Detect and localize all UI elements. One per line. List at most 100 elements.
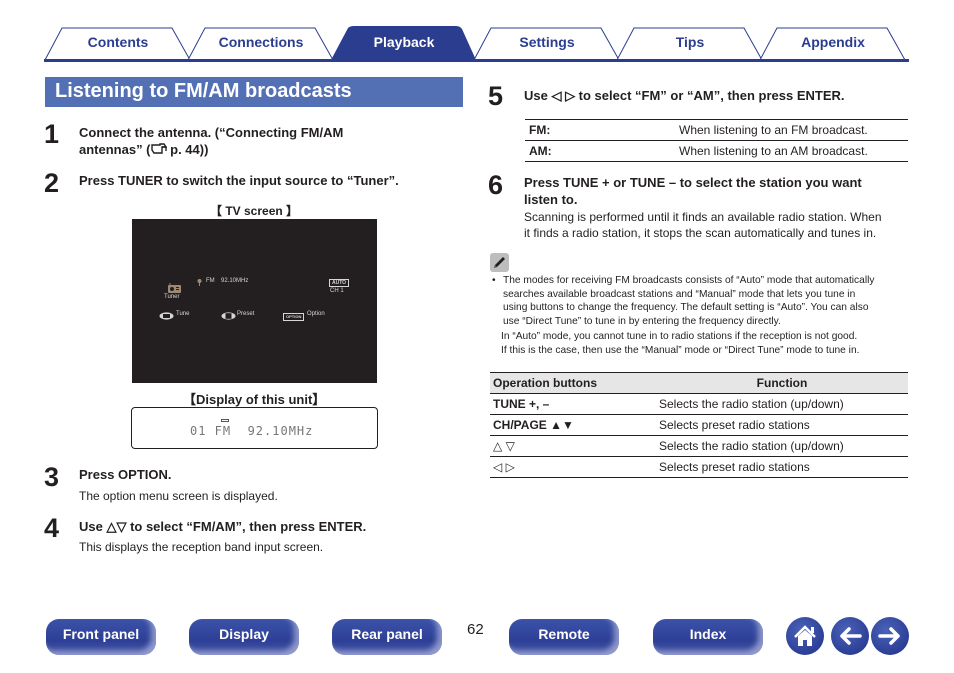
page-number: 62 bbox=[467, 621, 484, 638]
step-6-heading-line2: listen to. bbox=[524, 192, 578, 207]
tv-auto-badge: AUTO bbox=[329, 279, 350, 287]
tab-underline bbox=[44, 59, 909, 62]
tv-screen-caption: 【 TV screen 】 bbox=[210, 204, 299, 218]
note-block: The modes for receiving FM broadcasts co… bbox=[490, 274, 910, 357]
tab-label: Playback bbox=[373, 34, 435, 50]
pencil-note-icon bbox=[490, 253, 509, 272]
step-3-heading: Press OPTION. bbox=[79, 467, 172, 482]
operation-function: Selects the radio station (up/down) bbox=[656, 435, 908, 457]
unit-display-text: 01 FM 92.10MHz bbox=[190, 424, 314, 438]
step-1-page-ref[interactable]: p. 44)) bbox=[167, 142, 208, 157]
operation-function: Selects preset radio stations bbox=[656, 414, 908, 436]
band-value: When listening to an FM broadcast. bbox=[675, 119, 908, 141]
step-number-1: 1 bbox=[44, 119, 60, 149]
note-line: use “Direct Tune” to tune in by entering… bbox=[503, 315, 781, 327]
remote-button[interactable]: Remote bbox=[509, 619, 619, 655]
column-header-buttons: Operation buttons bbox=[490, 372, 656, 394]
tab-connections[interactable]: Connections bbox=[187, 26, 335, 60]
step-number-2: 2 bbox=[44, 168, 60, 198]
table-header-row: Operation buttons Function bbox=[490, 372, 908, 394]
unit-display-caption: 【Display of this unit】 bbox=[183, 392, 326, 407]
step-6-heading: Press TUNE + or TUNE – to select the sta… bbox=[524, 174, 914, 208]
tv-frequency: 92.10MHz bbox=[221, 278, 249, 284]
home-icon bbox=[794, 625, 816, 646]
column-header-function: Function bbox=[656, 372, 908, 394]
tv-channel: CH 1 bbox=[330, 288, 344, 294]
tab-label: Tips bbox=[675, 34, 705, 50]
step-1-heading-line1: Connect the antenna. (“Connecting FM/AM bbox=[79, 125, 344, 140]
tab-label: Settings bbox=[519, 34, 575, 50]
step-6-body: Scanning is performed until it finds an … bbox=[524, 209, 914, 241]
note-line: searches available broadcast stations an… bbox=[503, 288, 856, 300]
unit-display-panel: 01 FM 92.10MHz bbox=[131, 407, 378, 449]
option-button-icon: OPTION bbox=[283, 313, 305, 321]
rear-panel-button[interactable]: Rear panel bbox=[332, 619, 442, 655]
forward-button[interactable] bbox=[871, 617, 909, 655]
cursor-up-down-icon bbox=[221, 312, 236, 322]
tv-hint-option: Option bbox=[307, 311, 325, 317]
operation-button: ◁ ▷ bbox=[490, 456, 656, 478]
band-value: When listening to an AM broadcast. bbox=[675, 140, 908, 162]
home-button[interactable] bbox=[786, 617, 824, 655]
table-row: AM: When listening to an AM broadcast. bbox=[525, 140, 908, 162]
step-6-body-line1: Scanning is performed until it finds an … bbox=[524, 210, 882, 224]
band-key: AM: bbox=[525, 140, 675, 162]
lcd-indicator-icon bbox=[221, 419, 229, 422]
step-2-heading: Press TUNER to switch the input source t… bbox=[79, 173, 399, 188]
step-5-heading: Use ◁ ▷ to select “FM” or “AM”, then pre… bbox=[524, 88, 845, 103]
operation-function: Selects the radio station (up/down) bbox=[656, 393, 908, 415]
step-3-body: The option menu screen is displayed. bbox=[79, 489, 278, 503]
operation-function: Selects preset radio stations bbox=[656, 456, 908, 478]
step-1-heading-text: antennas” ( bbox=[79, 142, 151, 157]
tab-label: Appendix bbox=[801, 34, 865, 50]
step-4-body: This displays the reception band input s… bbox=[79, 540, 324, 554]
operation-button: △ ▽ bbox=[490, 435, 656, 457]
table-row: FM: When listening to an FM broadcast. bbox=[525, 119, 908, 141]
table-row: △ ▽ Selects the radio station (up/down) bbox=[490, 435, 908, 457]
tab-contents[interactable]: Contents bbox=[44, 26, 192, 60]
section-title: Listening to FM/AM broadcasts bbox=[45, 77, 463, 107]
step-number-5: 5 bbox=[488, 81, 504, 111]
reference-hand-icon bbox=[150, 142, 167, 154]
tab-tips[interactable]: Tips bbox=[616, 26, 764, 60]
operation-buttons-table: Operation buttons Function TUNE +, – Sel… bbox=[490, 372, 908, 478]
index-button[interactable]: Index bbox=[653, 619, 763, 655]
step-number-3: 3 bbox=[44, 462, 60, 492]
antenna-icon bbox=[197, 279, 202, 288]
forward-arrow-icon bbox=[878, 627, 900, 645]
tab-appendix[interactable]: Appendix bbox=[759, 26, 907, 60]
note-extra: In “Auto” mode, you cannot tune in to ra… bbox=[490, 330, 910, 357]
table-row: CH/PAGE ▲▼ Selects preset radio stations bbox=[490, 414, 908, 436]
band-table: FM: When listening to an FM broadcast. A… bbox=[525, 119, 908, 162]
step-4-heading: Use △▽ to select “FM/AM”, then press ENT… bbox=[79, 519, 367, 534]
step-1-heading-line2: antennas” ( p. 44)) bbox=[79, 141, 439, 158]
back-arrow-icon bbox=[840, 627, 862, 645]
step-6-body-line2: it finds a radio station, it stops the s… bbox=[524, 226, 877, 240]
operation-button: CH/PAGE ▲▼ bbox=[490, 414, 656, 436]
operation-button: TUNE +, – bbox=[490, 393, 656, 415]
step-number-6: 6 bbox=[488, 170, 504, 200]
note-line: using buttons to change the frequency. T… bbox=[503, 302, 869, 313]
back-button[interactable] bbox=[831, 617, 869, 655]
front-panel-button[interactable]: Front panel bbox=[46, 619, 156, 655]
tab-label: Contents bbox=[87, 34, 149, 50]
tab-playback[interactable]: Playback bbox=[330, 26, 478, 60]
tv-hint-preset: Preset bbox=[237, 311, 255, 317]
step-6-heading-line1: Press TUNE + or TUNE – to select the sta… bbox=[524, 175, 862, 190]
tv-screen-image: Tuner FM 92.10MHz AUTO CH 1 Tune Preset … bbox=[132, 219, 377, 383]
step-number-4: 4 bbox=[44, 513, 60, 543]
chapter-tabs: Contents Connections Playback Settings T… bbox=[44, 26, 910, 62]
cursor-left-right-icon bbox=[159, 312, 174, 322]
table-row: ◁ ▷ Selects preset radio stations bbox=[490, 456, 908, 478]
tab-label: Connections bbox=[218, 34, 304, 50]
tab-settings[interactable]: Settings bbox=[473, 26, 621, 60]
tv-hint-tune: Tune bbox=[176, 311, 190, 317]
note-line: In “Auto” mode, you cannot tune in to ra… bbox=[501, 331, 858, 342]
band-key: FM: bbox=[525, 119, 675, 141]
tv-band: FM bbox=[206, 278, 215, 284]
note-line: The modes for receiving FM broadcasts co… bbox=[503, 275, 875, 286]
tv-source-label: Tuner bbox=[164, 294, 180, 300]
step-1-heading: Connect the antenna. (“Connecting FM/AM … bbox=[79, 124, 439, 158]
note-line: If this is the case, then use the “Manua… bbox=[501, 344, 860, 356]
display-button[interactable]: Display bbox=[189, 619, 299, 655]
